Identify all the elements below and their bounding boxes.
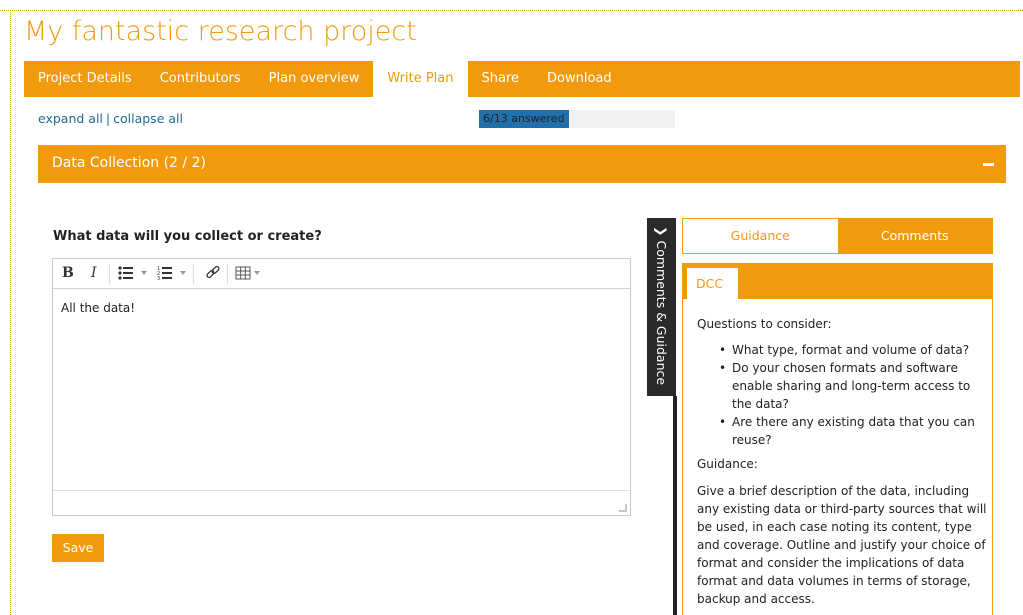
- progress-label: 6/13 answered: [483, 112, 565, 125]
- questions-heading: Questions to consider:: [697, 317, 832, 331]
- tab-guidance[interactable]: Guidance: [683, 219, 838, 253]
- minus-icon[interactable]: [983, 163, 994, 166]
- expand-collapse-controls: expand all | collapse all: [38, 111, 183, 126]
- svg-text:3: 3: [157, 276, 160, 281]
- tab-download[interactable]: Download: [533, 61, 626, 97]
- list-item: What type, format and volume of data?: [719, 341, 981, 359]
- editor-toolbar: B I 123: [53, 259, 630, 289]
- tab-comments[interactable]: Comments: [837, 219, 992, 253]
- toolbar-divider: [109, 264, 110, 284]
- bold-button[interactable]: B: [62, 265, 74, 283]
- tab-project-details[interactable]: Project Details: [24, 61, 146, 97]
- save-button[interactable]: Save: [52, 534, 104, 562]
- numbered-list-icon[interactable]: 123: [157, 265, 173, 283]
- section-header[interactable]: Data Collection (2 / 2): [38, 145, 1006, 183]
- toolbar-divider: [227, 264, 228, 284]
- answer-text[interactable]: All the data!: [61, 301, 135, 315]
- tab-write-plan[interactable]: Write Plan: [373, 61, 468, 97]
- panel-tabs: Guidance Comments: [682, 218, 993, 254]
- page-title: My fantastic research project: [24, 16, 417, 47]
- question-text: What data will you collect or create?: [53, 229, 322, 244]
- questions-list: What type, format and volume of data? Do…: [719, 341, 981, 449]
- tab-plan-overview[interactable]: Plan overview: [255, 61, 374, 97]
- main-nav: Project Details Contributors Plan overvi…: [24, 61, 1020, 97]
- side-divider: [673, 396, 677, 615]
- list-item: Do your chosen formats and software enab…: [719, 359, 981, 413]
- guidance-text: Give a brief description of the data, in…: [697, 484, 987, 606]
- list-item: Are there any existing data that you can…: [719, 413, 981, 449]
- chevron-down-icon[interactable]: [141, 271, 147, 275]
- rich-text-editor[interactable]: B I 123 All the data!: [52, 258, 631, 516]
- toolbar-divider: [193, 264, 194, 284]
- side-tab-label: ❯ Comments & Guidance: [654, 226, 669, 385]
- italic-button[interactable]: I: [91, 265, 97, 283]
- link-icon[interactable]: [205, 265, 221, 283]
- progress-bar: 6/13 answered: [479, 110, 675, 128]
- chevron-right-icon: ❯: [654, 226, 669, 237]
- comments-guidance-toggle[interactable]: ❯ Comments & Guidance: [647, 218, 676, 396]
- editor-statusbar: [53, 490, 630, 515]
- bullet-list-icon[interactable]: [118, 265, 134, 283]
- guidance-panel: DCC Questions to consider: What type, fo…: [682, 263, 993, 615]
- side-tab-text: Comments & Guidance: [654, 240, 669, 386]
- tab-dcc[interactable]: DCC: [687, 268, 738, 299]
- tab-share[interactable]: Share: [468, 61, 534, 97]
- table-icon[interactable]: [235, 265, 251, 283]
- collapse-all-link[interactable]: collapse all: [113, 111, 183, 126]
- dotted-frame-top: [0, 10, 1023, 11]
- chevron-down-icon[interactable]: [254, 271, 260, 275]
- section-title: Data Collection (2 / 2): [52, 155, 206, 171]
- expand-all-link[interactable]: expand all: [38, 111, 103, 126]
- guidance-heading: Guidance:: [697, 457, 758, 471]
- resize-handle-icon[interactable]: [619, 504, 627, 512]
- guidance-source-bar: DCC: [683, 264, 992, 299]
- dotted-frame-left: [10, 10, 11, 615]
- link-separator: |: [105, 111, 111, 126]
- tab-contributors[interactable]: Contributors: [146, 61, 255, 97]
- chevron-down-icon[interactable]: [180, 271, 186, 275]
